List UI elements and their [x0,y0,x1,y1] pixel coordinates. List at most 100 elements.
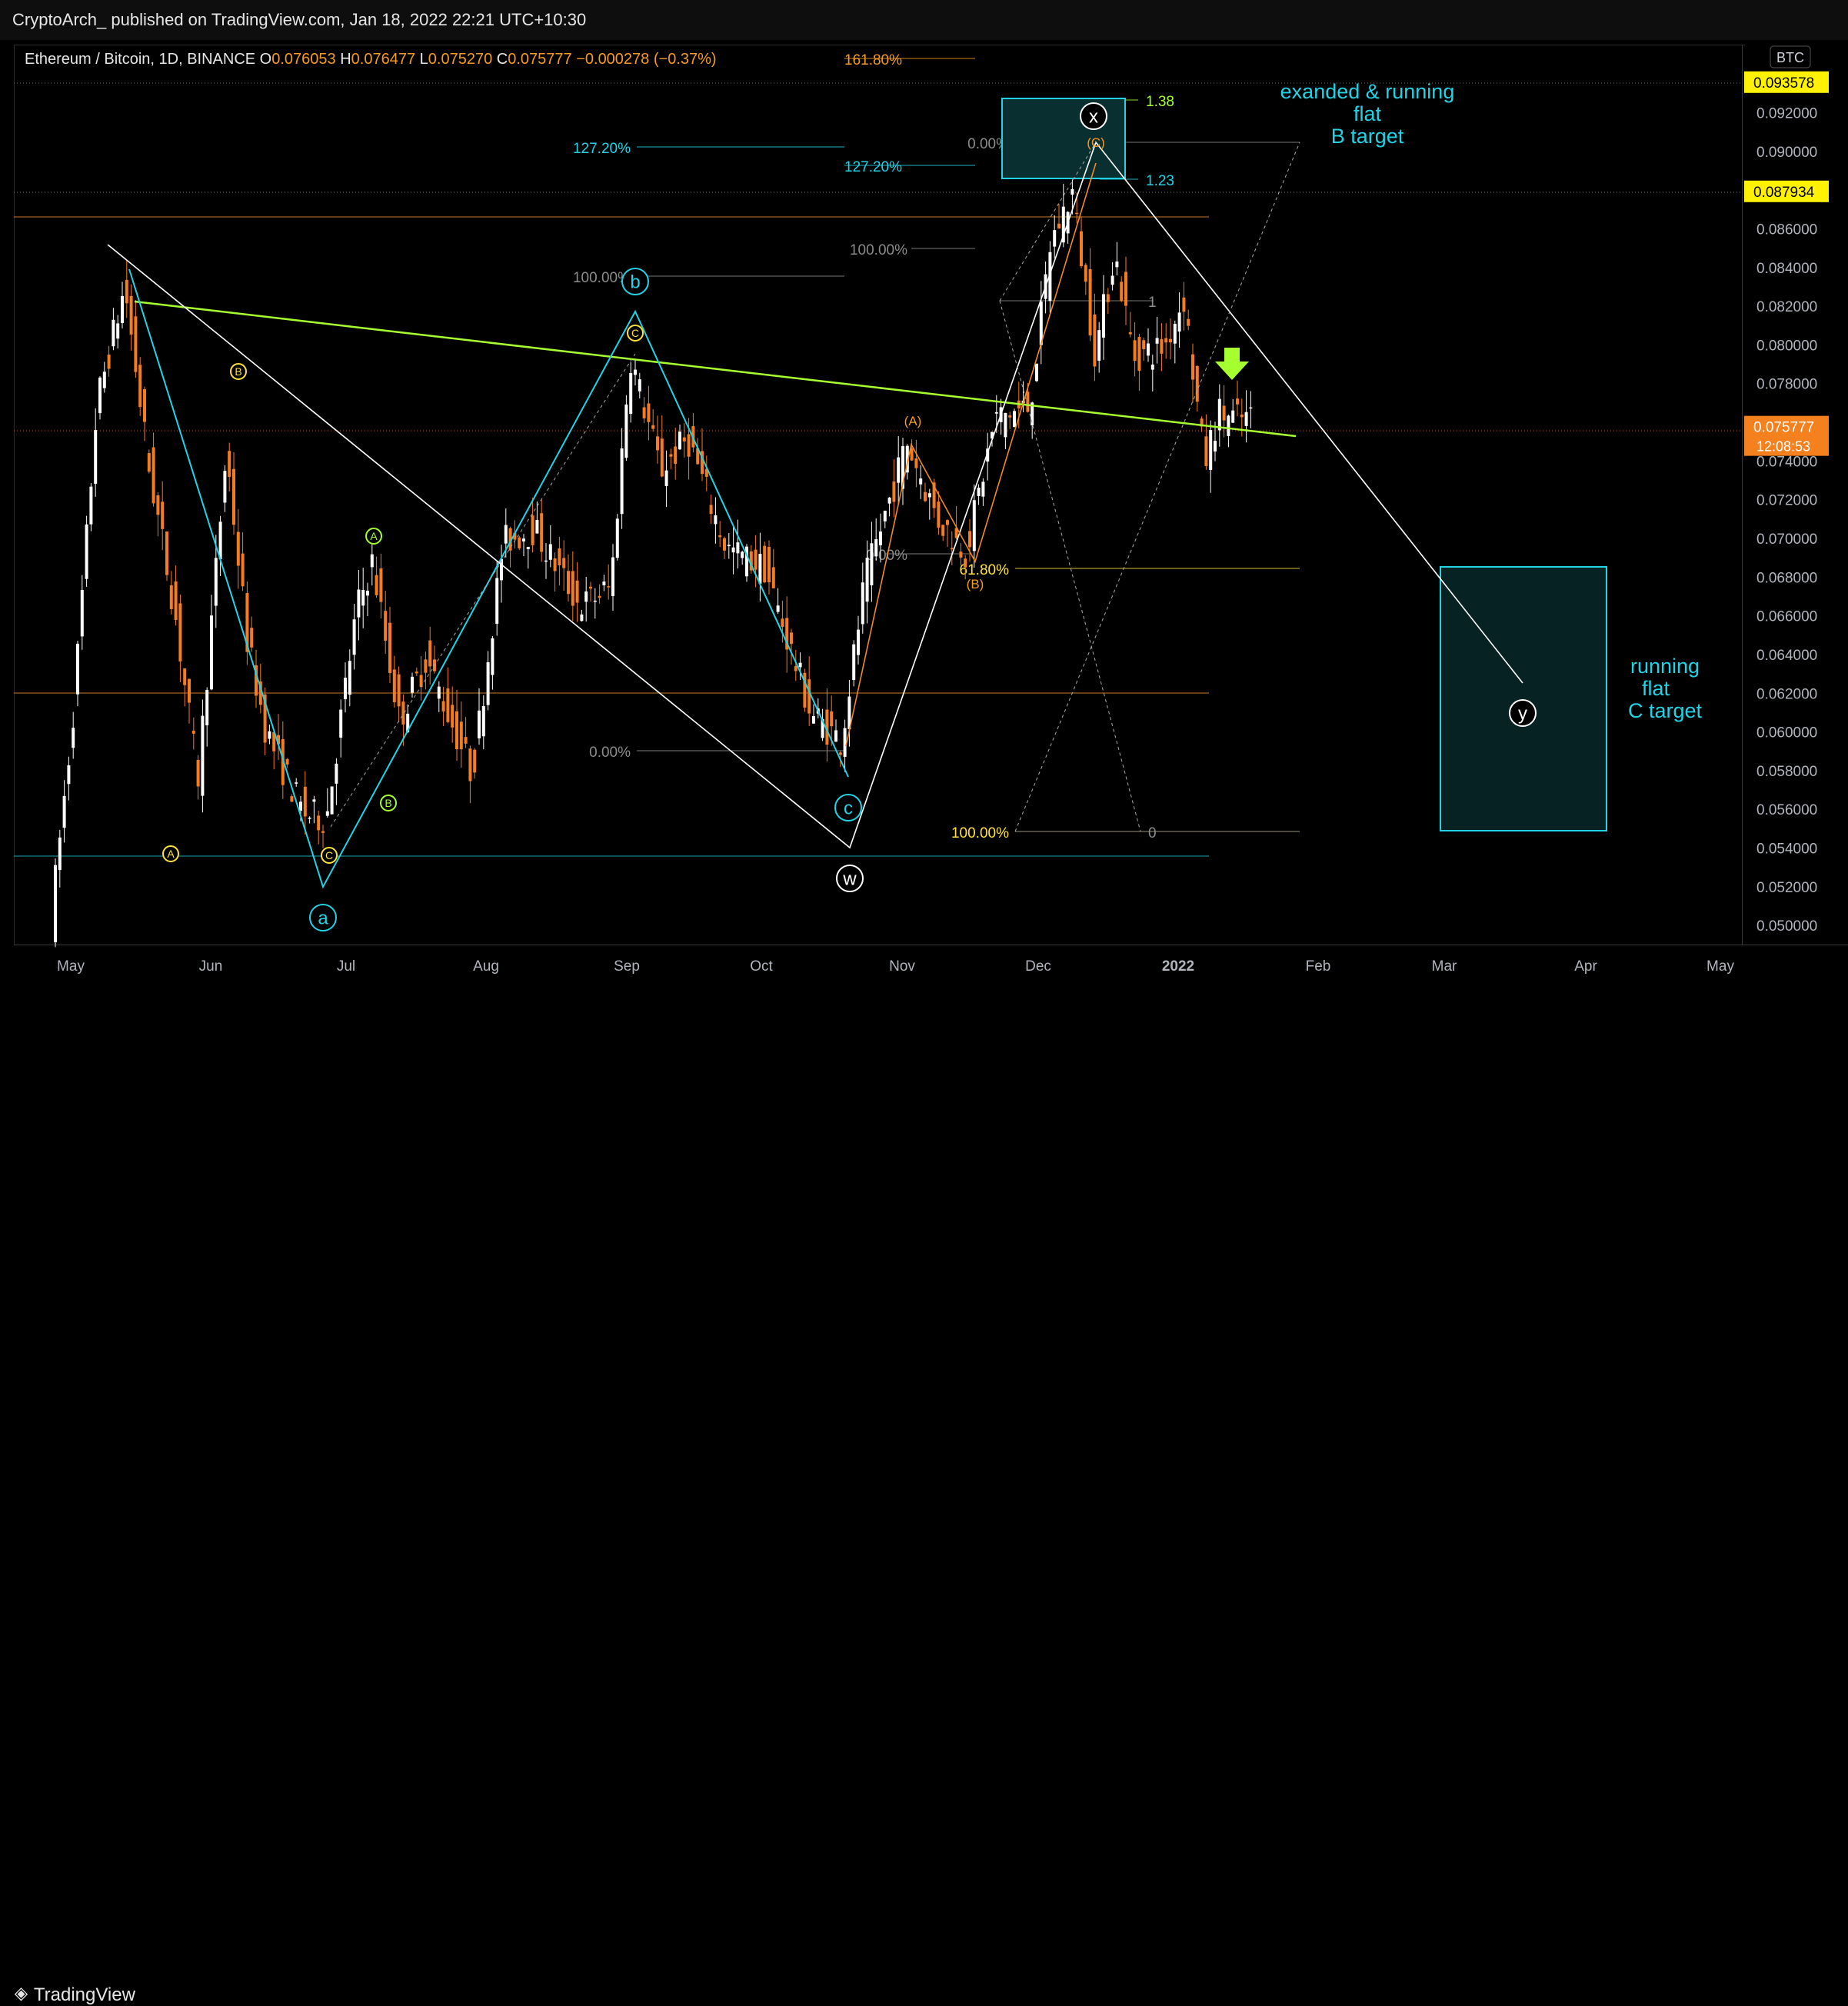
candle-body [232,468,235,525]
candle-body [384,611,388,641]
candle-body [152,447,155,504]
candle-body [535,519,539,534]
candle-body [919,478,923,485]
candle-body [1155,338,1159,344]
candlesticks [54,179,1253,948]
candle-body [941,525,945,536]
candle-body [1097,330,1101,361]
candle-body [857,629,860,655]
candle-body [736,542,740,554]
candle-body [62,795,66,828]
annotation-text: flat [1642,677,1670,700]
green-trendline [134,300,1297,438]
candle-body [731,547,735,553]
candle-body [1150,365,1154,370]
candle-body [1071,188,1074,195]
price-tick: 0.056000 [1756,802,1817,818]
candle-body [352,619,356,655]
candle-body [1080,231,1083,267]
candle-body [892,482,896,502]
candle-body [285,758,289,765]
candle-body [1160,338,1164,354]
candle-body [548,544,552,560]
candle-body [125,279,128,304]
wave-label: x [1089,106,1098,127]
candle-body [201,715,205,796]
candle-body [295,782,298,784]
candle-body [250,628,254,648]
candle-body [887,497,891,504]
candle-body [143,388,146,422]
candle-body [776,605,780,612]
wave-label: a [318,908,328,928]
candle-body [299,801,302,811]
time-tick: Oct [750,958,773,975]
candle-body [874,539,878,557]
candle-body [651,425,655,429]
candle-body [54,865,57,943]
candle-body [1137,337,1141,372]
price-axis[interactable]: 0.092000 0.090000 0.086000 0.084000 0.082000… [1744,45,1829,935]
wave-label: y [1518,703,1527,724]
candle-body [798,662,802,668]
candle-body [1142,340,1146,350]
fib-label: 1 [1148,295,1157,311]
price-tick: 0.058000 [1756,764,1817,780]
candle-body [972,500,976,551]
candle-body [1128,332,1132,335]
candle-body [758,554,762,584]
candle-body [518,537,521,548]
candle-body [678,432,681,450]
candle-body [80,590,84,637]
time-axis[interactable]: May Jun Jul Aug Sep Oct Nov Dec 2022 Feb Mar Apr May [57,958,1734,975]
chart-svg[interactable]: 161.80%127.20%127.20%100.00%100.00%0.00%… [0,0,1848,1033]
fib-label: 161.80% [844,52,902,68]
candle-body [89,486,93,525]
candle-body [571,571,574,606]
candle-body [437,686,441,699]
candle-body [504,525,508,544]
candle-body [977,488,981,496]
white-wxy-wave [107,141,1523,849]
candle-body [169,585,173,609]
candle-body [522,538,525,541]
tradingview-logo[interactable]: 🞛 TradingView [14,1984,135,2006]
candle-body [598,595,601,598]
candle-body [94,430,98,485]
wave-label: A [167,848,175,860]
candle-body [397,674,401,707]
price-tag-label: 0.075777 [1753,420,1814,436]
candle-body [1124,272,1127,306]
fib-label: 1.38 [1146,94,1174,110]
candle-body [1227,415,1230,436]
candle-body [714,515,718,525]
candle-body [191,730,195,734]
fib-levels: 161.80%127.20%127.20%100.00%100.00%0.00%… [573,52,1300,841]
candle-body [1209,429,1213,470]
candle-body [994,412,998,414]
candle-body [188,678,191,703]
ohlc-legend-text: Ethereum / Bitcoin, 1D, BINANCE O0.07605… [25,51,717,68]
candle-body [214,558,218,606]
price-tick: 0.086000 [1756,222,1817,238]
fib-label: 127.20% [844,159,902,175]
candle-body [1214,441,1217,452]
fib-label: 1.23 [1146,173,1174,189]
candle-body [794,666,797,671]
candle-body [897,457,901,483]
annotation-text: C target [1628,699,1703,722]
candle-body [946,520,949,525]
candle-body [165,531,168,575]
candle-body [1120,282,1124,302]
candle-body [196,759,200,787]
candle-body [687,434,691,457]
footer-bar: 🞛 TradingView [0,986,1848,2005]
candle-body [183,668,187,685]
c-target-box [1440,566,1607,831]
candle-body [669,454,673,457]
candle-body [1191,354,1194,380]
candle-body [317,815,321,831]
tv-icon: 🞛 [14,1984,29,2005]
candle-body [161,501,165,529]
candle-body [147,453,151,472]
